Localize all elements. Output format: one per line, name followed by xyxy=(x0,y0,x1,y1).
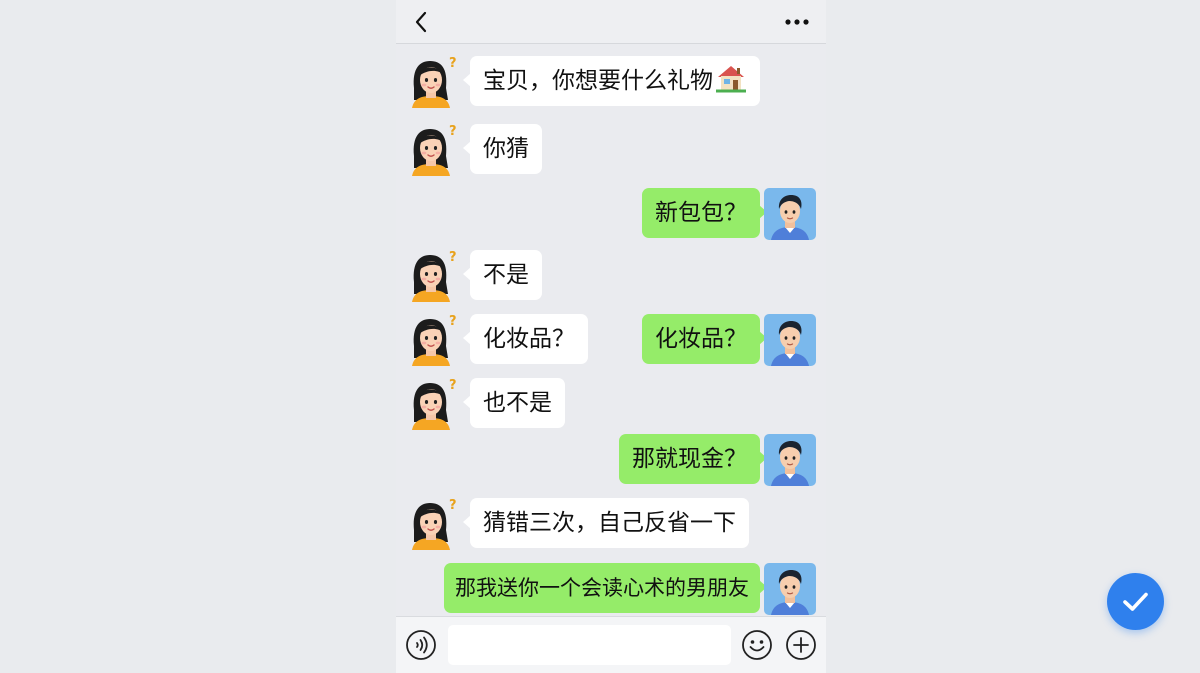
voice-button[interactable] xyxy=(405,629,437,661)
more-functions-button[interactable] xyxy=(785,629,817,661)
message-text: 宝贝，你想要什么礼物 xyxy=(483,68,713,94)
voice-icon xyxy=(406,630,436,660)
message-bubble[interactable]: 猜错三次，自己反省一下 xyxy=(463,498,749,548)
message-row: 你猜 xyxy=(396,124,826,176)
message-row: 也不是 xyxy=(396,378,826,430)
message-row: 不是 xyxy=(396,250,826,302)
message-bubble[interactable]: 化妆品？ xyxy=(642,314,767,364)
girlfriend-avatar[interactable] xyxy=(406,378,458,430)
message-bubble[interactable]: 那我送你一个会读心术的男朋友 xyxy=(444,563,767,613)
message-row: 新包包？ xyxy=(396,188,826,240)
boyfriend-avatar[interactable] xyxy=(764,563,816,615)
house-icon xyxy=(716,66,746,93)
message-text: 那我送你一个会读心术的男朋友 xyxy=(455,576,749,600)
check-icon xyxy=(1123,592,1148,611)
message-row: 那就现金？ xyxy=(396,434,826,486)
message-row: 宝贝，你想要什么礼物 xyxy=(396,56,826,108)
emoji-button[interactable] xyxy=(741,629,773,661)
smiley-icon xyxy=(742,630,772,660)
boyfriend-avatar[interactable] xyxy=(764,434,816,486)
message-bubble[interactable]: 不是 xyxy=(463,250,542,300)
message-row: 那我送你一个会读心术的男朋友 xyxy=(396,563,826,615)
girlfriend-avatar[interactable] xyxy=(406,250,458,302)
more-options-button[interactable] xyxy=(782,8,812,36)
plus-icon xyxy=(786,630,816,660)
boyfriend-avatar[interactable] xyxy=(764,314,816,366)
message-input[interactable] xyxy=(448,625,731,665)
message-row: 猜错三次，自己反省一下 xyxy=(396,498,826,550)
more-dots-icon xyxy=(785,19,809,25)
girlfriend-avatar[interactable] xyxy=(406,56,458,108)
chat-header xyxy=(396,0,826,44)
message-bubble[interactable]: 化妆品？ xyxy=(463,314,588,364)
message-row: 化妆品？ 化妆品？ xyxy=(396,314,826,366)
message-text: 化妆品？ xyxy=(655,326,747,352)
message-text: 猜错三次，自己反省一下 xyxy=(483,510,736,536)
input-bar xyxy=(396,616,826,673)
confirm-button[interactable] xyxy=(1107,573,1164,630)
message-bubble[interactable]: 也不是 xyxy=(463,378,565,428)
message-bubble[interactable]: 你猜 xyxy=(463,124,542,174)
message-bubble[interactable]: 宝贝，你想要什么礼物 xyxy=(463,56,760,106)
message-text: 化妆品？ xyxy=(483,326,575,352)
chevron-left-icon xyxy=(415,11,427,33)
message-bubble[interactable]: 新包包？ xyxy=(642,188,767,238)
back-button[interactable] xyxy=(408,8,436,36)
message-text: 不是 xyxy=(483,262,529,288)
message-bubble[interactable]: 那就现金？ xyxy=(619,434,767,484)
girlfriend-avatar[interactable] xyxy=(406,124,458,176)
girlfriend-avatar[interactable] xyxy=(406,314,458,366)
message-text: 你猜 xyxy=(483,136,529,162)
boyfriend-avatar[interactable] xyxy=(764,188,816,240)
message-text: 新包包？ xyxy=(655,200,747,226)
chat-screen: ? 宝贝，你想要什么礼物 xyxy=(396,0,826,673)
message-text: 也不是 xyxy=(483,390,552,416)
message-text: 那就现金？ xyxy=(632,446,747,472)
girlfriend-avatar[interactable] xyxy=(406,498,458,550)
